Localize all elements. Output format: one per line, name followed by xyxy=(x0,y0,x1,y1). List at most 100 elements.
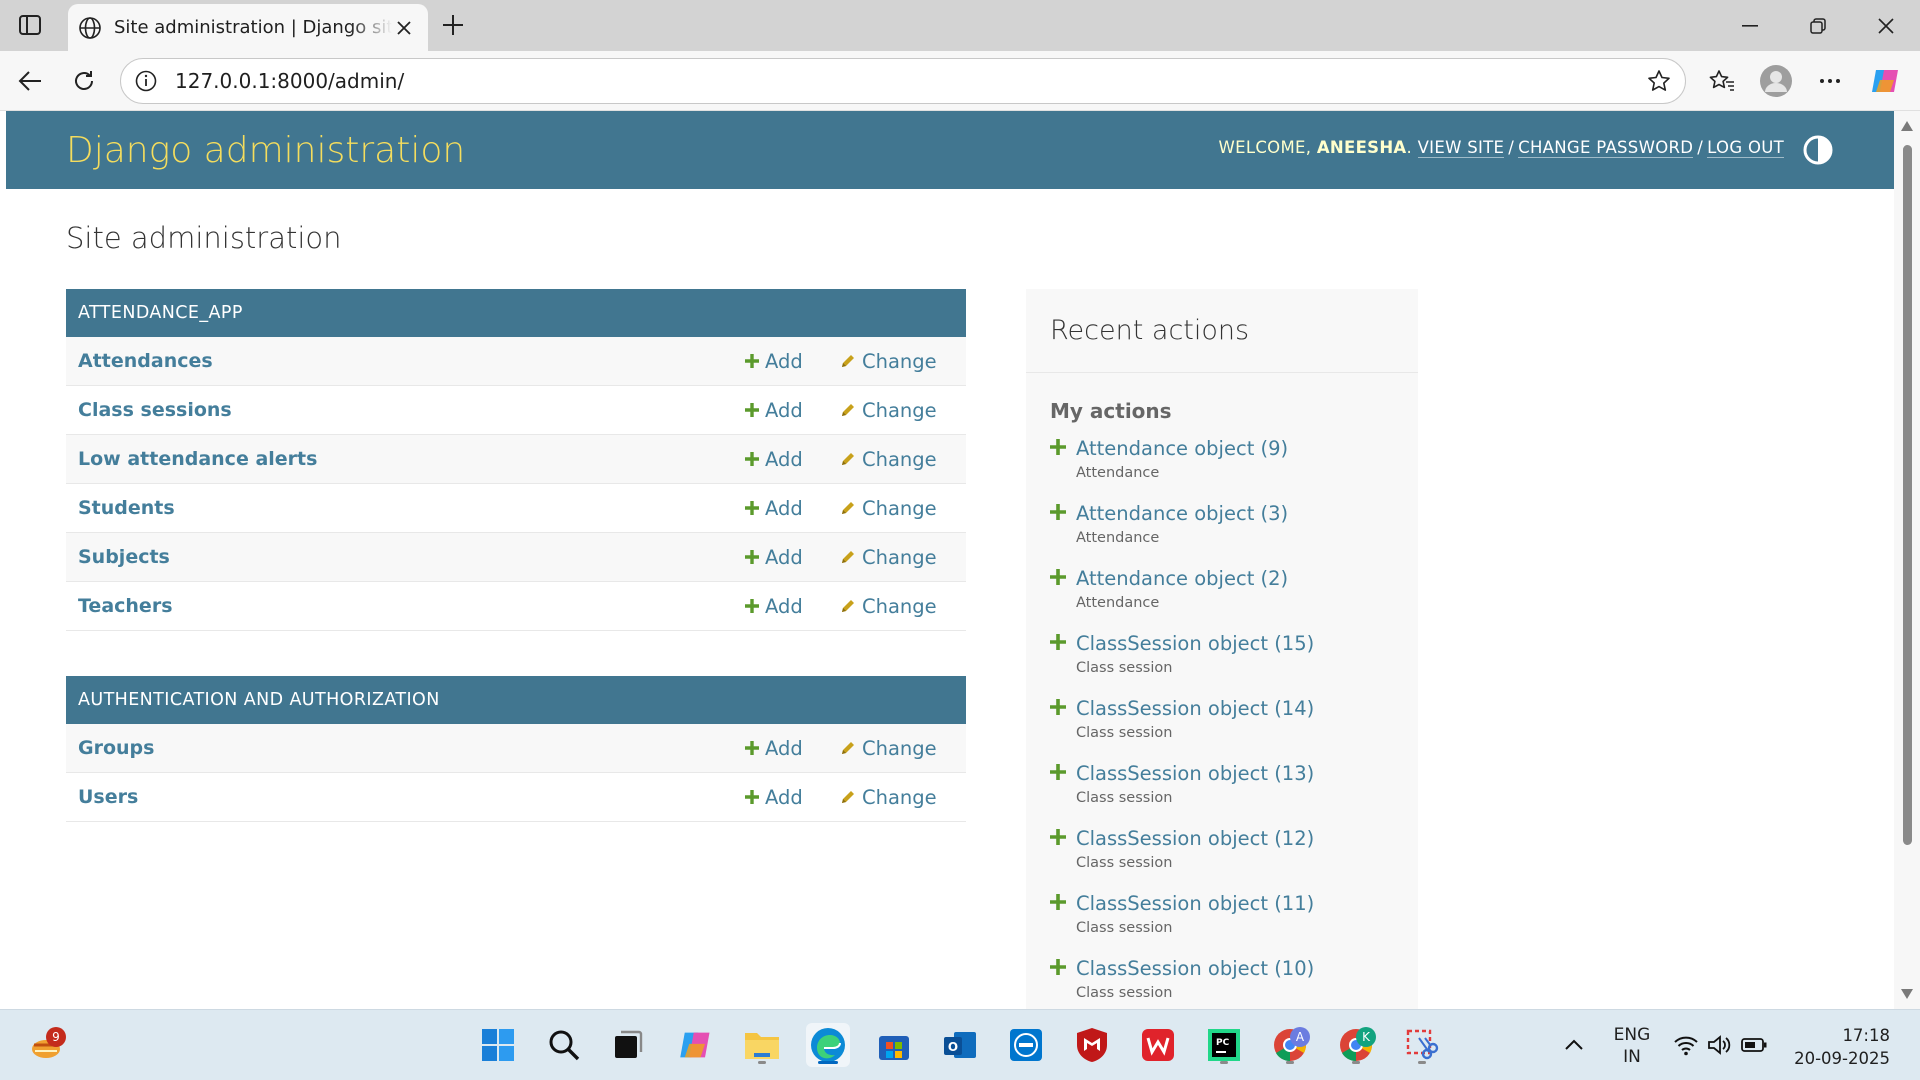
tab-actions-button[interactable] xyxy=(14,10,46,40)
show-hidden-icons-button[interactable] xyxy=(1552,1023,1596,1067)
add-plus-icon xyxy=(1050,693,1076,758)
new-tab-button[interactable] xyxy=(436,10,470,40)
add-link[interactable]: Add xyxy=(745,399,840,422)
recent-action-link[interactable]: Attendance object (2) xyxy=(1076,567,1288,590)
scroll-up-arrow-icon[interactable] xyxy=(1901,121,1913,131)
favorites-icon xyxy=(1709,70,1734,91)
add-link[interactable]: Add xyxy=(745,737,840,760)
site-info-icon[interactable] xyxy=(135,70,157,92)
module-caption[interactable]: AUTHENTICATION AND AUTHORIZATION xyxy=(66,676,966,724)
profile-button[interactable] xyxy=(1756,63,1796,99)
add-link[interactable]: Add xyxy=(745,595,840,618)
model-link-attendances[interactable]: Attendances xyxy=(78,350,745,372)
list-item: Attendance object (2) Attendance xyxy=(1050,563,1394,628)
taskbar-chrome-profile-a[interactable]: A xyxy=(1268,1023,1312,1067)
change-link[interactable]: Change xyxy=(840,448,954,471)
site-branding[interactable]: Django administration xyxy=(66,130,465,171)
add-link[interactable]: Add xyxy=(745,786,840,809)
taskbar-chrome-profile-k[interactable]: K xyxy=(1334,1023,1378,1067)
add-plus-icon xyxy=(745,790,759,804)
copilot-button[interactable] xyxy=(1866,63,1906,99)
restore-button[interactable] xyxy=(1784,0,1852,51)
recent-action-link[interactable]: ClassSession object (11) xyxy=(1076,892,1314,915)
user-tools: WELCOME, ANEESHA. VIEW SITE / CHANGE PASSW… xyxy=(1219,138,1784,158)
recent-action-link[interactable]: ClassSession object (14) xyxy=(1076,697,1314,720)
recent-action-link[interactable]: ClassSession object (10) xyxy=(1076,957,1314,980)
taskbar-dell[interactable] xyxy=(1004,1023,1048,1067)
taskbar-store[interactable] xyxy=(872,1023,916,1067)
module-caption[interactable]: ATTENDANCE_APP xyxy=(66,289,966,337)
add-plus-icon xyxy=(1050,823,1076,888)
recent-action-link[interactable]: Attendance object (3) xyxy=(1076,502,1288,525)
theme-toggle-button[interactable] xyxy=(1802,134,1834,166)
change-label: Change xyxy=(862,447,937,471)
change-link[interactable]: Change xyxy=(840,399,954,422)
taskbar-outlook[interactable]: O xyxy=(938,1023,982,1067)
favorites-button[interactable] xyxy=(1702,63,1742,99)
settings-more-button[interactable] xyxy=(1810,63,1850,99)
taskbar-file-explorer[interactable] xyxy=(740,1023,784,1067)
add-link[interactable]: Add xyxy=(745,546,840,569)
favorite-star-icon[interactable] xyxy=(1647,69,1671,93)
model-link-users[interactable]: Users xyxy=(78,786,745,808)
task-view-button[interactable] xyxy=(606,1023,650,1067)
django-header: Django administration WELCOME, ANEESHA. … xyxy=(6,111,1894,189)
change-link[interactable]: Change xyxy=(840,595,954,618)
add-link[interactable]: Add xyxy=(745,497,840,520)
add-plus-icon xyxy=(745,741,759,755)
refresh-button[interactable] xyxy=(66,63,102,99)
taskbar-pycharm[interactable]: PC xyxy=(1202,1023,1246,1067)
scroll-down-arrow-icon[interactable] xyxy=(1901,989,1913,999)
recent-action-link[interactable]: ClassSession object (15) xyxy=(1076,632,1314,655)
taskbar-snipping-tool[interactable] xyxy=(1400,1023,1444,1067)
model-link-teachers[interactable]: Teachers xyxy=(78,595,745,617)
change-link[interactable]: Change xyxy=(840,350,954,373)
taskbar-widgets[interactable]: 9 xyxy=(24,1023,68,1067)
change-link[interactable]: Change xyxy=(840,786,954,809)
model-row: Attendances Add Change xyxy=(66,337,966,386)
taskbar-mcafee[interactable] xyxy=(1070,1023,1114,1067)
separator: / xyxy=(1697,138,1704,157)
model-link-students[interactable]: Students xyxy=(78,497,745,519)
log-out-link[interactable]: LOG OUT xyxy=(1707,138,1784,158)
system-clock[interactable]: 17:18 20-09-2025 xyxy=(1794,1024,1890,1070)
page-scrollbar[interactable] xyxy=(1894,111,1920,1009)
add-link[interactable]: Add xyxy=(745,448,840,471)
taskbar-wps[interactable] xyxy=(1136,1023,1180,1067)
change-link[interactable]: Change xyxy=(840,497,954,520)
recent-action-link[interactable]: ClassSession object (13) xyxy=(1076,762,1314,785)
browser-tab-active[interactable]: Site administration | Django site admin xyxy=(68,4,428,51)
taskbar-copilot[interactable] xyxy=(674,1023,718,1067)
model-link-subjects[interactable]: Subjects xyxy=(78,546,745,568)
model-link-groups[interactable]: Groups xyxy=(78,737,745,759)
recent-actions-list: Attendance object (9) Attendance Attendan… xyxy=(1026,433,1418,1009)
change-link[interactable]: Change xyxy=(840,546,954,569)
back-button[interactable] xyxy=(12,63,48,99)
close-window-button[interactable] xyxy=(1852,0,1920,51)
list-item: ClassSession object (15) Class session xyxy=(1050,628,1394,693)
recent-action-link[interactable]: ClassSession object (12) xyxy=(1076,827,1314,850)
add-plus-icon xyxy=(745,403,759,417)
view-site-link[interactable]: VIEW SITE xyxy=(1417,138,1505,158)
start-button[interactable] xyxy=(476,1023,520,1067)
add-link[interactable]: Add xyxy=(745,350,840,373)
model-link-low-attendance-alerts[interactable]: Low attendance alerts xyxy=(78,448,745,470)
recent-action-model: Class session xyxy=(1076,725,1173,741)
scroll-thumb[interactable] xyxy=(1903,145,1912,845)
svg-text:PC: PC xyxy=(1216,1038,1230,1048)
quick-settings-button[interactable] xyxy=(1668,1023,1772,1067)
change-password-link[interactable]: CHANGE PASSWORD xyxy=(1518,138,1694,158)
change-label: Change xyxy=(862,398,937,422)
tab-close-button[interactable] xyxy=(392,16,416,40)
url-text[interactable]: 127.0.0.1:8000/admin/ xyxy=(175,69,1647,93)
windows-logo-icon xyxy=(482,1029,514,1061)
recent-action-link[interactable]: Attendance object (9) xyxy=(1076,437,1288,460)
change-link[interactable]: Change xyxy=(840,737,954,760)
minimize-button[interactable] xyxy=(1716,0,1784,51)
search-button[interactable] xyxy=(542,1023,586,1067)
app-module-attendance: ATTENDANCE_APP Attendances Add Change Cl… xyxy=(66,289,966,631)
input-language-indicator[interactable]: ENG IN xyxy=(1612,1024,1652,1068)
model-link-class-sessions[interactable]: Class sessions xyxy=(78,399,745,421)
address-bar[interactable]: 127.0.0.1:8000/admin/ xyxy=(120,58,1686,104)
taskbar-edge[interactable] xyxy=(806,1023,850,1067)
